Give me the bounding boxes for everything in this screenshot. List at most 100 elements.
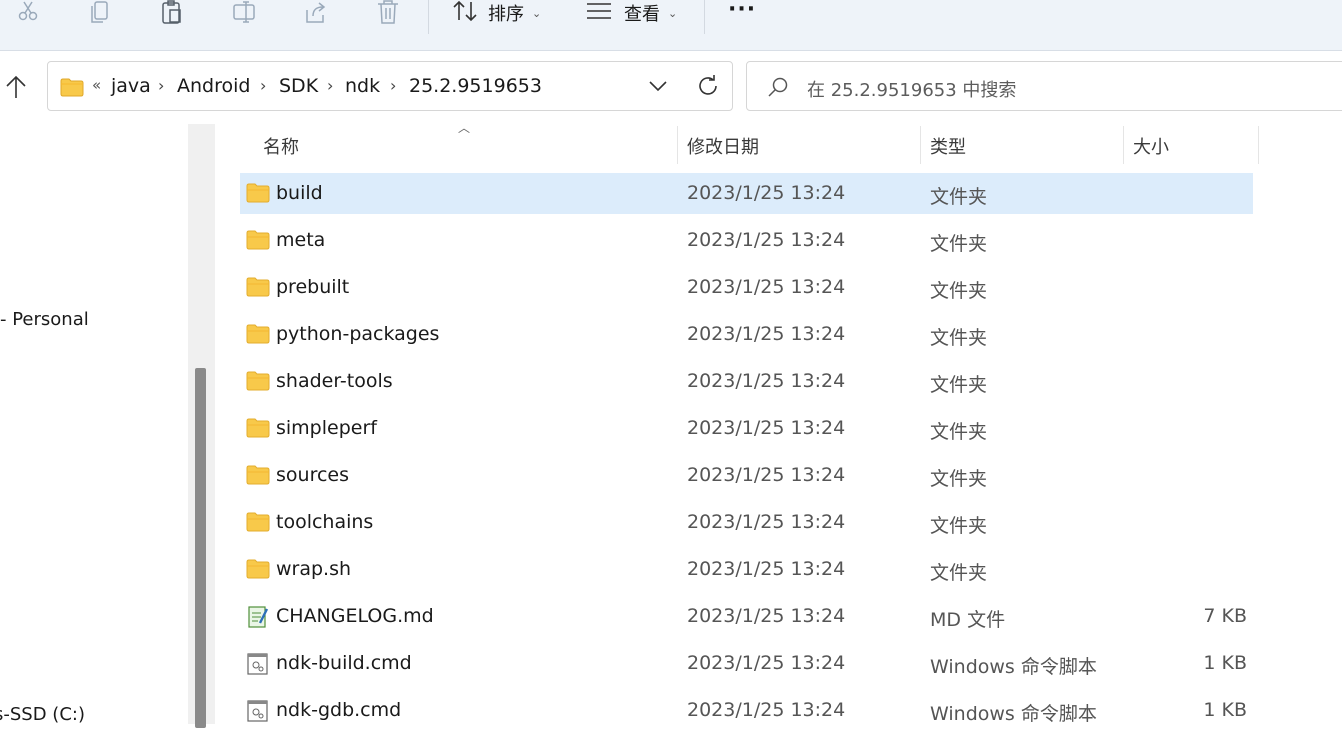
share-icon[interactable] [301,0,331,26]
file-name: ndk-build.cmd [276,652,412,674]
copy-icon[interactable] [85,0,115,26]
folder-icon [246,183,270,203]
file-row[interactable]: CHANGELOG.md 2023/1/25 13:24 MD 文件 7 KB [240,596,1253,637]
rename-icon[interactable] [229,0,259,26]
nav-scrollbar-thumb[interactable] [195,368,206,728]
sort-icon [452,0,478,27]
column-header-name[interactable]: 名称 [263,133,299,159]
file-row[interactable]: toolchains 2023/1/25 13:24 文件夹 [240,502,1253,543]
file-date-modified: 2023/1/25 13:24 [687,511,846,533]
breadcrumb-sdk[interactable]: SDK [279,75,318,97]
file-date-modified: 2023/1/25 13:24 [687,464,846,486]
folder-icon [246,465,270,485]
search-placeholder: 在 25.2.9519653 中搜索 [807,80,1017,101]
cmd-script-icon [246,653,270,675]
file-name: toolchains [276,511,374,533]
view-button[interactable]: 查看 ⌄ [586,0,677,26]
up-arrow-icon[interactable] [4,74,28,100]
file-row[interactable]: simpleperf 2023/1/25 13:24 文件夹 [240,408,1253,449]
file-row[interactable]: prebuilt 2023/1/25 13:24 文件夹 [240,267,1253,308]
file-row[interactable]: ndk-build.cmd 2023/1/25 13:24 Windows 命令脚本… [240,643,1253,684]
toolbar-divider [428,0,429,34]
breadcrumb-android[interactable]: Android [177,75,250,97]
file-name: shader-tools [276,370,393,392]
folder-icon [246,512,270,532]
chevron-down-icon: ⌄ [668,6,678,20]
file-size: 1 KB [1203,699,1247,721]
column-divider[interactable] [1258,126,1259,164]
file-type: 文件夹 [930,186,988,208]
file-date-modified: 2023/1/25 13:24 [687,323,846,345]
file-type: 文件夹 [930,515,988,537]
file-row[interactable]: build 2023/1/25 13:24 文件夹 [240,173,1253,214]
notepad-file-icon [246,606,270,628]
cmd-script-icon [246,700,270,722]
file-date-modified: 2023/1/25 13:24 [687,370,846,392]
file-name: simpleperf [276,417,377,439]
breadcrumb-java[interactable]: java [111,75,151,97]
file-row[interactable]: wrap.sh 2023/1/25 13:24 文件夹 [240,549,1253,590]
folder-icon [246,324,270,344]
file-name: wrap.sh [276,558,352,580]
chevron-right-icon[interactable]: › [327,76,333,95]
file-name: CHANGELOG.md [276,605,434,627]
cut-icon[interactable] [13,0,43,26]
search-icon [767,76,789,102]
folder-icon [246,230,270,250]
paste-icon[interactable] [157,0,187,26]
breadcrumb-current[interactable]: 25.2.9519653 [409,75,542,97]
file-type: 文件夹 [930,421,988,443]
file-row[interactable]: shader-tools 2023/1/25 13:24 文件夹 [240,361,1253,402]
file-date-modified: 2023/1/25 13:24 [687,558,846,580]
file-size: 7 KB [1203,605,1247,627]
nav-item-personal[interactable]: - Personal [0,309,89,330]
breadcrumb-overflow[interactable]: « [92,76,101,94]
file-name: ndk-gdb.cmd [276,699,402,721]
column-divider[interactable] [920,126,921,164]
file-name: build [276,182,323,204]
file-type: Windows 命令脚本 [930,703,1097,725]
file-date-modified: 2023/1/25 13:24 [687,605,846,627]
column-divider[interactable] [677,126,678,164]
file-name: prebuilt [276,276,350,298]
column-header-size[interactable]: 大小 [1133,133,1169,159]
folder-icon [60,78,84,101]
folder-icon [246,277,270,297]
command-bar: 排序 ⌄ 查看 ⌄ ··· [0,0,1342,51]
more-options-button[interactable]: ··· [728,0,756,26]
refresh-icon[interactable] [696,74,720,102]
chevron-down-icon[interactable] [648,78,668,98]
file-type: Windows 命令脚本 [930,656,1097,678]
column-divider[interactable] [1123,126,1124,164]
chevron-right-icon[interactable]: › [260,76,266,95]
view-lines-icon [586,1,612,26]
column-header-date[interactable]: 修改日期 [687,133,759,159]
file-type: 文件夹 [930,233,988,255]
file-row[interactable]: sources 2023/1/25 13:24 文件夹 [240,455,1253,496]
file-name: python-packages [276,323,440,345]
file-name: meta [276,229,326,251]
file-date-modified: 2023/1/25 13:24 [687,699,846,721]
nav-item-c-drive[interactable]: s-SSD (C:) [0,704,85,725]
sort-label: 排序 [488,4,524,25]
column-header-type[interactable]: 类型 [930,133,966,159]
file-size: 1 KB [1203,652,1247,674]
file-type: 文件夹 [930,562,988,584]
file-type: MD 文件 [930,609,1006,631]
chevron-right-icon[interactable]: › [158,76,164,95]
file-name: sources [276,464,349,486]
file-date-modified: 2023/1/25 13:24 [687,652,846,674]
file-row[interactable]: meta 2023/1/25 13:24 文件夹 [240,220,1253,261]
delete-icon[interactable] [373,0,403,26]
sort-button[interactable]: 排序 ⌄ [452,0,541,26]
file-row[interactable]: python-packages 2023/1/25 13:24 文件夹 [240,314,1253,355]
view-label: 查看 [624,4,660,25]
address-bar[interactable]: « java › Android › SDK › ndk › 25.2.9519… [47,61,733,111]
chevron-right-icon[interactable]: › [390,76,396,95]
file-date-modified: 2023/1/25 13:24 [687,182,846,204]
file-row[interactable]: ndk-gdb.cmd 2023/1/25 13:24 Windows 命令脚本 1 … [240,690,1253,731]
chevron-down-icon: ⌄ [532,6,542,20]
file-date-modified: 2023/1/25 13:24 [687,229,846,251]
breadcrumb-ndk[interactable]: ndk [345,75,380,97]
search-input[interactable]: 在 25.2.9519653 中搜索 [746,61,1342,111]
